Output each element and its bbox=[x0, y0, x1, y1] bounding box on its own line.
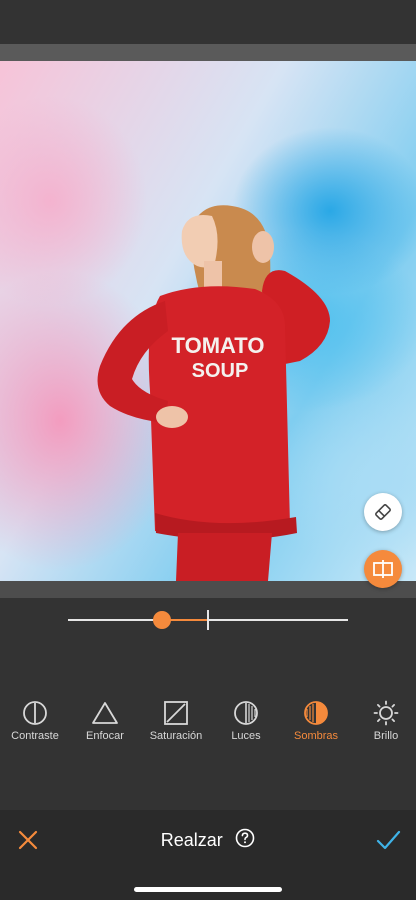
tool-label: Brillo bbox=[373, 730, 399, 742]
top-bar bbox=[0, 0, 416, 44]
tool-brillo[interactable]: Brillo bbox=[351, 700, 416, 742]
adjustment-slider[interactable] bbox=[68, 610, 348, 630]
photo-canvas[interactable]: TOMATO SOUP bbox=[0, 61, 416, 581]
bottom-bar: Realzar bbox=[0, 810, 416, 900]
confirm-button[interactable] bbox=[373, 826, 403, 854]
sweatshirt-text-line2: SOUP bbox=[192, 360, 249, 382]
tool-enfocar[interactable]: Enfocar bbox=[70, 700, 140, 742]
canvas-margin-top bbox=[0, 44, 416, 61]
tool-luces[interactable]: Luces bbox=[211, 700, 281, 742]
slider-center-mark bbox=[207, 610, 209, 630]
saturation-icon bbox=[164, 701, 188, 725]
title-group: Realzar bbox=[0, 828, 416, 853]
shadows-icon bbox=[304, 701, 328, 725]
home-indicator bbox=[134, 887, 282, 892]
eraser-icon bbox=[375, 504, 391, 520]
highlights-icon bbox=[234, 701, 258, 725]
sweatshirt-text-line1: TOMATO bbox=[172, 333, 265, 358]
tool-label: Saturación bbox=[149, 730, 203, 742]
sharpen-icon bbox=[92, 702, 118, 724]
contrast-icon bbox=[23, 701, 47, 725]
screen-title: Realzar bbox=[160, 830, 223, 850]
checkmark-icon bbox=[376, 830, 401, 850]
brightness-icon bbox=[373, 700, 399, 726]
help-icon[interactable] bbox=[235, 828, 255, 853]
tool-label: Sombras bbox=[293, 730, 339, 742]
eraser-button[interactable] bbox=[364, 493, 402, 531]
adjustment-tools-bar: Contraste Enfocar Saturación Luces Sombr… bbox=[0, 700, 416, 760]
tool-label: Enfocar bbox=[86, 730, 124, 742]
tool-contraste[interactable]: Contraste bbox=[0, 700, 70, 742]
person-figure: TOMATO SOUP bbox=[97, 205, 330, 581]
tool-label: Luces bbox=[231, 730, 261, 742]
canvas-margin-bottom bbox=[0, 581, 416, 598]
tool-sombras[interactable]: Sombras bbox=[281, 700, 351, 742]
tool-label: Contraste bbox=[11, 730, 59, 742]
compare-icon bbox=[373, 560, 393, 578]
slider-knob[interactable] bbox=[153, 611, 171, 629]
tool-saturacion[interactable]: Saturación bbox=[141, 700, 211, 742]
compare-button[interactable] bbox=[364, 550, 402, 588]
